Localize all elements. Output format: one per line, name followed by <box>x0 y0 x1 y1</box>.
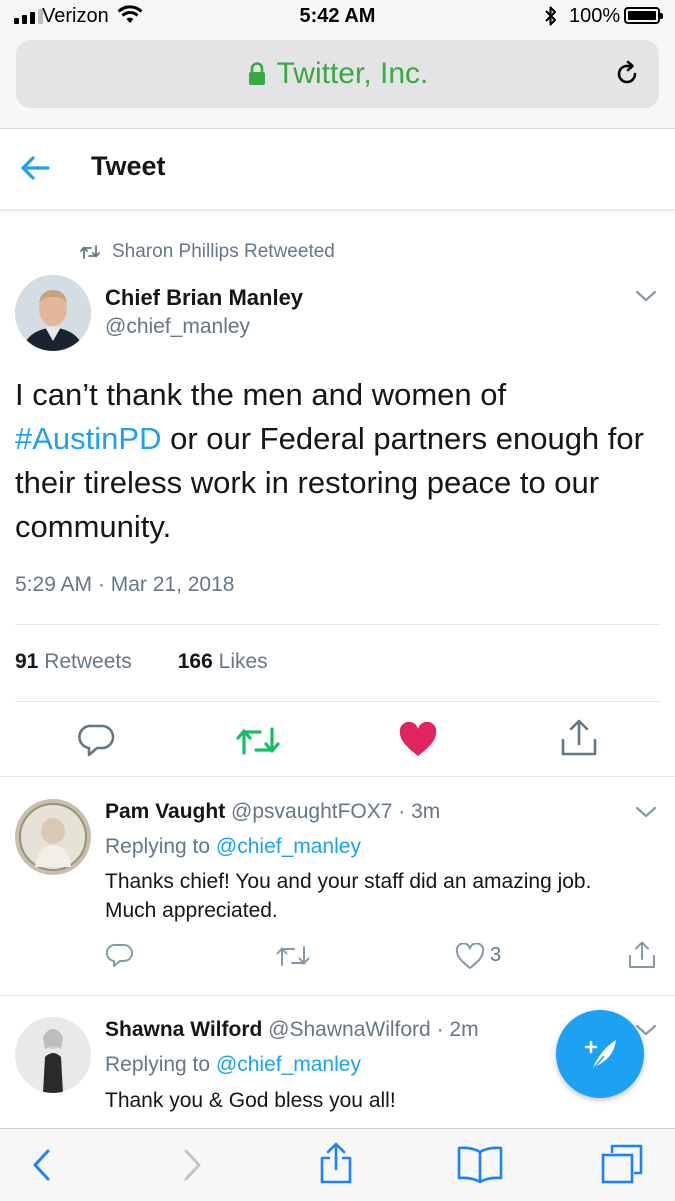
author-avatar-image <box>15 275 91 351</box>
share-icon[interactable] <box>560 718 598 758</box>
page-title: Tweet <box>91 151 166 181</box>
reply-icon[interactable] <box>78 722 116 758</box>
compose-feather-icon <box>584 1040 616 1071</box>
reply-time: 2m <box>449 1018 479 1041</box>
reply-author-name[interactable]: Shawna Wilford <box>105 1018 262 1041</box>
chevron-down-icon[interactable] <box>634 288 658 304</box>
lock-icon <box>248 62 265 85</box>
author-handle[interactable]: @chief_manley <box>105 315 250 339</box>
reply-avatar-image <box>15 1017 91 1093</box>
reply-author-name[interactable]: Pam Vaught <box>105 800 225 823</box>
tweet-header: Tweet <box>0 129 675 210</box>
replying-to-mention[interactable]: @chief_manley <box>216 1053 361 1076</box>
battery-percent: 100% <box>569 5 621 27</box>
bluetooth-icon <box>545 6 556 26</box>
reply-time: 3m <box>411 800 441 823</box>
retweeted-by-text: Sharon Phillips Retweeted <box>112 241 335 262</box>
tweet-text-intro: I can’t thank the men and women of <box>15 377 507 412</box>
reply-author-handle[interactable]: @psvaughtFOX7 <box>231 800 392 823</box>
retweet-icon[interactable] <box>236 725 280 757</box>
likes-label: Likes <box>218 650 268 673</box>
browser-toolbar-bottom <box>0 1128 675 1201</box>
heart-outline-icon[interactable] <box>455 943 485 970</box>
hashtag-link[interactable]: #AustinPD <box>15 421 161 456</box>
bookmarks-icon[interactable] <box>456 1145 504 1183</box>
divider <box>0 776 675 777</box>
reply-author-handle[interactable]: @ShawnaWilford <box>268 1018 431 1041</box>
battery-icon <box>624 7 663 24</box>
url-bar[interactable]: Twitter, Inc. <box>16 40 659 108</box>
reply-text: Thanks chief! You and your staff did an … <box>105 870 592 922</box>
reload-icon[interactable] <box>613 60 641 88</box>
url-site-name: Twitter, Inc. <box>276 57 429 90</box>
like-count: 166 <box>177 650 213 673</box>
divider <box>15 701 660 702</box>
reply-avatar-image <box>15 799 91 875</box>
browser-chrome-top: Verizon 5:42 AM 100% Twitter, Inc. <box>0 0 675 129</box>
browser-back-icon[interactable] <box>30 1147 54 1183</box>
browser-share-icon[interactable] <box>318 1141 354 1185</box>
divider <box>0 995 675 996</box>
retweets-stat[interactable]: 91 Retweets <box>15 650 132 674</box>
divider <box>15 624 660 625</box>
retweet-small-icon <box>80 245 100 259</box>
author-name[interactable]: Chief Brian Manley <box>105 285 303 311</box>
likes-stat[interactable]: 166 Likes <box>178 650 268 674</box>
reply-separator: · <box>398 800 412 823</box>
reply-meta: Shawna Wilford @ShawnaWilford · 2m <box>105 1018 479 1042</box>
replying-to-label: Replying to <box>105 835 216 858</box>
reply-separator: · <box>436 1018 450 1041</box>
heart-icon[interactable] <box>398 722 438 758</box>
browser-forward-icon[interactable] <box>180 1147 204 1183</box>
reply-avatar[interactable] <box>15 799 91 875</box>
retweets-label: Retweets <box>44 650 132 673</box>
retweet-count: 91 <box>15 650 39 673</box>
reply-meta: Pam Vaught @psvaughtFOX7 · 3m <box>105 800 440 824</box>
replying-to-mention[interactable]: @chief_manley <box>216 835 361 858</box>
tweet-stats: 91 Retweets 166 Likes <box>15 650 268 674</box>
tweet-timestamp: 5:29 AM · Mar 21, 2018 <box>15 573 235 596</box>
reply-icon[interactable] <box>106 942 134 970</box>
replying-to-label: Replying to <box>105 1053 216 1076</box>
reply-like-count: 3 <box>490 944 502 966</box>
retweeted-by-line[interactable]: Sharon Phillips Retweeted <box>80 241 335 263</box>
chevron-down-icon[interactable] <box>634 804 658 820</box>
compose-tweet-button[interactable] <box>556 1010 644 1098</box>
replying-to: Replying to @chief_manley <box>105 835 361 859</box>
status-bar: Verizon 5:42 AM 100% <box>0 0 675 34</box>
retweet-icon[interactable] <box>276 944 310 968</box>
tabs-icon[interactable] <box>600 1143 644 1185</box>
reply-avatar[interactable] <box>15 1017 91 1093</box>
replying-to: Replying to @chief_manley <box>105 1053 361 1077</box>
tweet-text: I can’t thank the men and women of #Aust… <box>15 373 665 549</box>
author-avatar[interactable] <box>15 275 91 351</box>
share-icon[interactable] <box>628 940 656 970</box>
back-arrow-icon[interactable] <box>18 151 52 185</box>
